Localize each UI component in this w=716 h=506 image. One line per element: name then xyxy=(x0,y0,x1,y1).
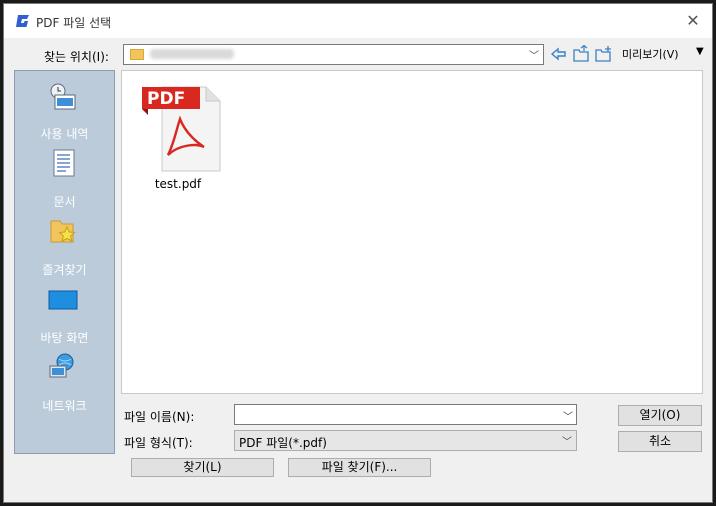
place-recent[interactable]: 사용 내역 xyxy=(15,71,114,141)
desktop-icon xyxy=(48,290,78,310)
lookin-label: 찾는 위치(I): xyxy=(44,50,109,64)
place-documents[interactable]: 문서 xyxy=(15,139,114,209)
file-item[interactable]: PDF test.pdf xyxy=(130,81,226,191)
place-desktop[interactable]: 바탕 화면 xyxy=(15,275,114,345)
find-file-button[interactable]: 파일 찾기(F)... xyxy=(288,458,431,477)
filename-input[interactable] xyxy=(234,404,577,425)
documents-icon xyxy=(53,149,75,177)
filetype-label: 파일 형식(T): xyxy=(124,436,193,450)
chevron-down-icon[interactable]: ﹀ xyxy=(563,408,573,423)
network-icon xyxy=(49,353,74,378)
cancel-button[interactable]: 취소 xyxy=(618,431,702,452)
close-icon[interactable]: ✕ xyxy=(682,10,704,32)
preview-toggle[interactable]: 미리보기(V) xyxy=(622,46,679,62)
chevron-down-icon: ﹀ xyxy=(529,51,539,62)
place-network[interactable]: 네트워크 xyxy=(15,343,114,413)
window-title: PDF 파일 선택 xyxy=(36,16,112,30)
title-bar: PDF 파일 선택 ✕ xyxy=(4,4,712,38)
pdf-badge-text: PDF xyxy=(147,89,186,109)
filetype-select[interactable]: PDF 파일(*.pdf) ﹀ xyxy=(234,430,577,451)
find-button[interactable]: 찾기(L) xyxy=(131,458,274,477)
back-icon[interactable] xyxy=(550,45,568,63)
lookin-combo[interactable]: ﹀ xyxy=(123,44,544,65)
place-label: 네트워크 xyxy=(42,399,87,413)
file-list[interactable]: PDF test.pdf xyxy=(121,70,703,394)
favorites-icon xyxy=(50,220,76,243)
filetype-value: PDF 파일(*.pdf) xyxy=(239,436,327,450)
filename-label: 파일 이름(N): xyxy=(124,410,195,424)
blurred-path xyxy=(150,49,234,59)
places-bar: 사용 내역 문서 즐겨찾기 바탕 화면 네트워크 xyxy=(14,70,115,454)
folder-icon xyxy=(130,49,144,60)
place-favorites[interactable]: 즐겨찾기 xyxy=(15,207,114,277)
file-name: test.pdf xyxy=(154,177,202,191)
menu-dropdown-icon[interactable]: ▼ xyxy=(696,46,704,57)
open-button[interactable]: 열기(O) xyxy=(618,405,702,426)
app-logo-icon xyxy=(16,15,29,27)
up-folder-icon[interactable] xyxy=(572,45,590,63)
pdf-file-dialog: PDF 파일 선택 ✕ 찾는 위치(I): ﹀ 미리보기(V) ▼ 사용 내역 xyxy=(3,3,713,503)
recent-icon xyxy=(50,83,76,110)
new-folder-icon[interactable] xyxy=(594,45,612,63)
chevron-down-icon: ﹀ xyxy=(562,437,572,448)
